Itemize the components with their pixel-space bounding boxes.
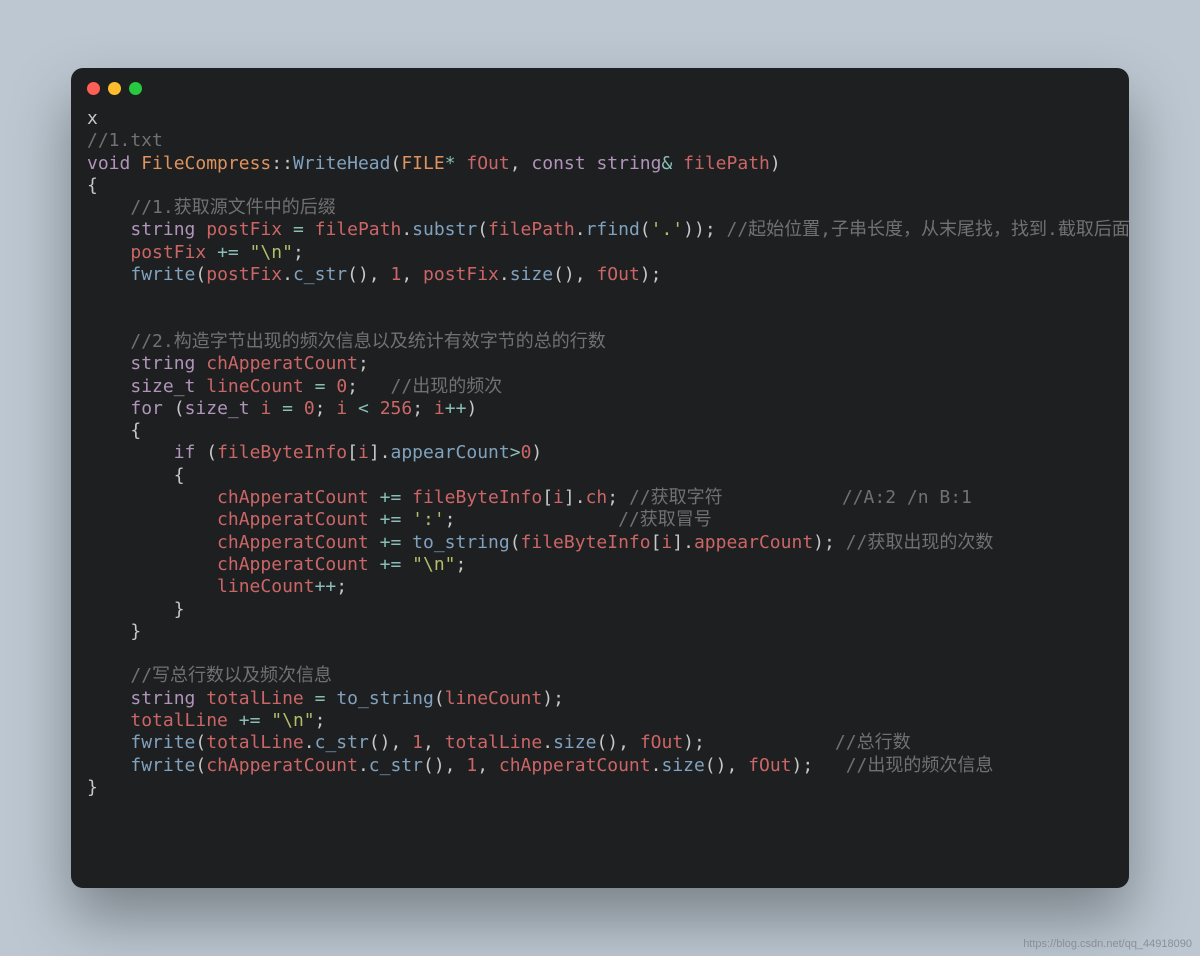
minimize-icon[interactable] (108, 82, 121, 95)
window-titlebar (71, 68, 1129, 108)
type-file: FILE (401, 153, 444, 174)
comment: //2.构造字节出现的频次信息以及统计有效字节的总的行数 (130, 331, 605, 352)
code-block: x //1.txt void FileCompress::WriteHead(F… (71, 108, 1129, 815)
comment: //1.txt (87, 130, 163, 151)
kw-void: void (87, 153, 130, 174)
comment: //起始位置,子串长度，从末尾找，找到.截取后面的子串 (727, 219, 1130, 240)
comment: //写总行数以及频次信息 (130, 665, 332, 686)
close-icon[interactable] (87, 82, 100, 95)
zoom-icon[interactable] (129, 82, 142, 95)
watermark: https://blog.csdn.net/qq_44918090 (1023, 938, 1192, 950)
fn-writehead: WriteHead (293, 153, 391, 174)
comment: //1.获取源文件中的后缀 (130, 197, 335, 218)
code-window: x //1.txt void FileCompress::WriteHead(F… (71, 68, 1129, 888)
comment: //出现的频次 (391, 376, 503, 397)
text-x: x (87, 108, 98, 129)
class-name: FileCompress (141, 153, 271, 174)
